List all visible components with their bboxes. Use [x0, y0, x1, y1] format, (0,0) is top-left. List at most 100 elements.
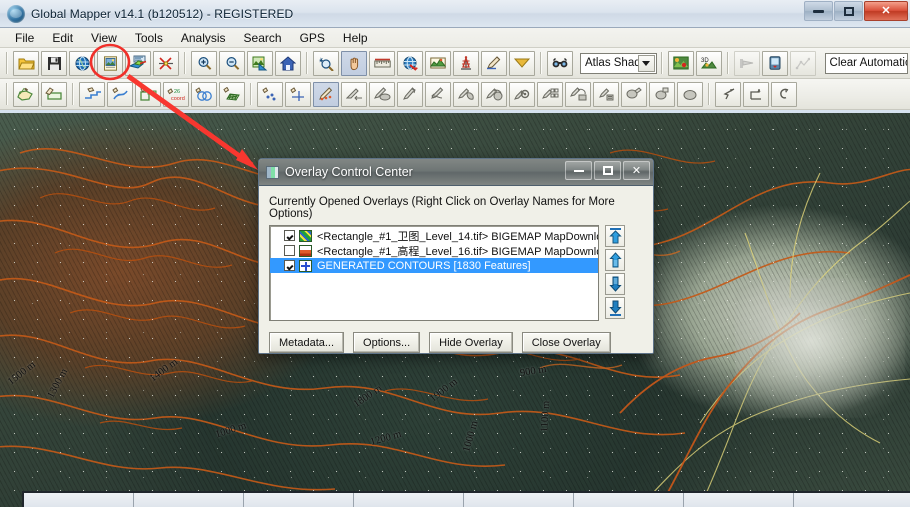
window-title-bar: Global Mapper v14.1 (b120512) - REGISTER… — [0, 0, 910, 28]
copy-features-button[interactable] — [537, 81, 563, 107]
dialog-minimize-button[interactable] — [565, 161, 592, 180]
toolbar-separator — [6, 52, 8, 74]
group-features-button[interactable] — [621, 81, 647, 107]
paste-features-button[interactable] — [565, 81, 591, 107]
advanced-edit-button[interactable] — [593, 81, 619, 107]
menu-tools[interactable]: Tools — [126, 29, 172, 47]
raster-satellite-icon — [299, 229, 312, 242]
feature-action-textbox[interactable]: Clear Automatically Added F — [824, 52, 908, 74]
create-point-button[interactable] — [257, 81, 283, 107]
create-area-button[interactable] — [13, 81, 39, 107]
gps-start-tracking-button[interactable] — [733, 50, 760, 76]
toolbar-separator — [250, 83, 252, 105]
maximize-button[interactable] — [834, 1, 863, 21]
view-shed-tool-button[interactable] — [453, 50, 479, 76]
options-button[interactable]: Options... — [353, 332, 421, 353]
move-features-button[interactable] — [341, 81, 367, 107]
rotate-features-button[interactable] — [397, 81, 423, 107]
crop-features-button[interactable] — [453, 81, 479, 107]
overlay-label: <Rectangle_#1_卫图_Level_14.tif> BIGEMAP M… — [317, 230, 599, 243]
list-item[interactable]: GENERATED CONTOURS [1830 Features] — [270, 258, 598, 273]
measure-tool-button[interactable] — [369, 50, 395, 76]
gps-device-button[interactable] — [761, 50, 788, 76]
shader-select[interactable]: Atlas Shader — [580, 52, 657, 74]
overlay-control-center-toolbar-button[interactable] — [125, 50, 151, 76]
split-features-button[interactable] — [509, 81, 535, 107]
arrow-up-icon — [608, 252, 622, 268]
image-rectify-button[interactable] — [667, 50, 694, 76]
list-item[interactable]: <Rectangle_#1_卫图_Level_14.tif> BIGEMAP M… — [270, 228, 598, 243]
chevron-down-icon[interactable] — [637, 54, 655, 72]
minimize-button[interactable] — [804, 1, 833, 21]
open-online-data-button[interactable] — [69, 50, 95, 76]
snap-to-vertex-button[interactable] — [715, 81, 741, 107]
close-overlay-button[interactable]: Close Overlay — [521, 332, 611, 353]
reshape-features-button[interactable] — [369, 81, 395, 107]
3d-view-button[interactable]: 3D — [695, 50, 722, 76]
move-down-button[interactable] — [605, 273, 625, 295]
find-features-button[interactable] — [547, 50, 573, 76]
close-button[interactable]: ✕ — [864, 1, 908, 21]
toolbar-separator — [184, 52, 186, 74]
zoom-to-full-view-button[interactable] — [275, 50, 301, 76]
arrow-to-bottom-icon — [608, 300, 622, 316]
pan-tool-button[interactable] — [341, 50, 367, 76]
move-to-bottom-button[interactable] — [605, 297, 625, 319]
menu-gps[interactable]: GPS — [291, 29, 334, 47]
overlay-checkbox[interactable] — [284, 230, 295, 241]
undo-edit-button[interactable] — [425, 81, 451, 107]
file-tool-group — [12, 50, 180, 76]
path-profile-tool-button[interactable] — [425, 50, 451, 76]
list-item[interactable]: <Rectangle_#1_高程_Level_16.tif> BIGEMAP M… — [270, 243, 598, 258]
create-feature-group — [12, 81, 68, 107]
dialog-close-button[interactable]: ✕ — [623, 161, 650, 180]
create-rectangle-button[interactable] — [41, 81, 67, 107]
digitizer-tool-button[interactable] — [481, 50, 507, 76]
zoom-out-button[interactable] — [219, 50, 245, 76]
overlay-list-label: Currently Opened Overlays (Right Click o… — [269, 196, 615, 220]
overlay-list[interactable]: <Rectangle_#1_卫图_Level_14.tif> BIGEMAP M… — [269, 225, 599, 321]
menu-edit[interactable]: Edit — [43, 29, 82, 47]
smooth-features-button[interactable] — [677, 81, 703, 107]
gps-track-log-button[interactable] — [789, 50, 816, 76]
overlay-label: GENERATED CONTOURS [1830 Features] — [317, 259, 531, 272]
clear-all-overlays-button[interactable] — [153, 50, 179, 76]
menu-file[interactable]: File — [6, 29, 43, 47]
zoom-in-button[interactable] — [191, 50, 217, 76]
zoom-to-layer-button[interactable] — [247, 50, 273, 76]
create-range-ring-button[interactable] — [285, 81, 311, 107]
menu-view[interactable]: View — [82, 29, 126, 47]
save-file-button[interactable] — [41, 50, 67, 76]
menu-help[interactable]: Help — [334, 29, 377, 47]
application-window: Global Mapper v14.1 (b120512) - REGISTER… — [0, 0, 910, 507]
undo-last-button[interactable] — [771, 81, 797, 107]
digitize-points-button[interactable] — [313, 81, 339, 107]
point-tool-group — [256, 81, 340, 107]
zoom-select-tool-button[interactable] — [313, 50, 339, 76]
dialog-title: Overlay Control Center — [285, 165, 413, 179]
overlay-control-center-dialog[interactable]: Overlay Control Center ✕ Currently Opene… — [258, 158, 654, 354]
open-data-catalog-button[interactable] — [97, 50, 123, 76]
dialog-maximize-button[interactable] — [594, 161, 621, 180]
overlay-icon — [266, 165, 279, 179]
open-file-button[interactable] — [13, 50, 39, 76]
create-grid-button[interactable] — [219, 81, 245, 107]
move-up-button[interactable] — [605, 249, 625, 271]
create-line-button[interactable] — [79, 81, 105, 107]
move-to-top-button[interactable] — [605, 225, 625, 247]
menu-search[interactable]: Search — [235, 29, 291, 47]
snap-to-corner-button[interactable] — [743, 81, 769, 107]
create-square-area-button[interactable] — [135, 81, 161, 107]
merge-features-button[interactable] — [481, 81, 507, 107]
overlay-checkbox[interactable] — [284, 245, 295, 256]
create-coordinate-feature-button[interactable]: 26 coord — [163, 81, 189, 107]
feature-info-tool-button[interactable] — [397, 50, 423, 76]
shader-dropdown-button[interactable] — [509, 50, 535, 76]
menu-analysis[interactable]: Analysis — [172, 29, 235, 47]
edit-vertices-button[interactable] — [649, 81, 675, 107]
create-buffer-button[interactable] — [191, 81, 217, 107]
create-curve-button[interactable] — [107, 81, 133, 107]
overlay-checkbox[interactable] — [284, 260, 295, 271]
hide-overlay-button[interactable]: Hide Overlay — [429, 332, 513, 353]
metadata-button[interactable]: Metadata... — [269, 332, 345, 353]
